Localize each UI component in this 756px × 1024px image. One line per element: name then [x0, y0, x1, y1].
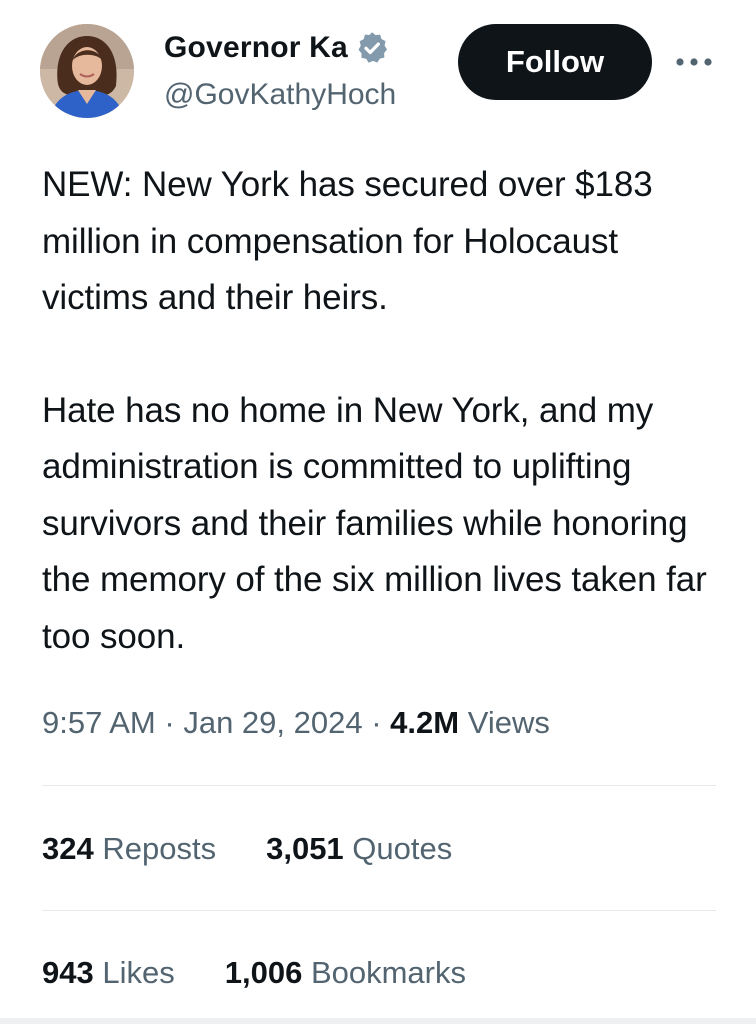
- divider: [42, 785, 716, 786]
- tweet-date[interactable]: Jan 29, 2024: [183, 705, 362, 740]
- likes-label: Likes: [102, 955, 175, 990]
- bookmarks-label: Bookmarks: [310, 955, 466, 990]
- follow-button[interactable]: Follow: [458, 24, 652, 100]
- tweet-text: NEW: New York has secured over $183 mill…: [42, 157, 732, 665]
- bookmarks-stat[interactable]: 1,006 Bookmarks: [225, 950, 466, 996]
- quotes-stat[interactable]: 3,051 Quotes: [266, 826, 452, 872]
- meta-separator: ·: [164, 705, 175, 740]
- views-count: 4.2M: [390, 705, 460, 740]
- quotes-count: 3,051: [266, 831, 344, 866]
- views-label: Views: [467, 705, 550, 740]
- meta-separator: ·: [371, 705, 382, 740]
- display-name-row: Governor Ka: [164, 26, 444, 70]
- bookmarks-count: 1,006: [224, 955, 303, 990]
- tweet-header: Governor Ka @GovKathyHoch Follow: [0, 0, 756, 140]
- stats-row-2: 943 Likes 1,006 Bookmarks: [42, 950, 516, 996]
- display-name[interactable]: Governor Ka: [164, 31, 348, 65]
- avatar-photo: [40, 24, 134, 118]
- bottom-divider: [0, 1018, 756, 1024]
- stats-row-1: 324 Reposts 3,051 Quotes: [42, 826, 502, 872]
- likes-count: 943: [42, 955, 94, 990]
- avatar[interactable]: [40, 24, 134, 118]
- more-options-button[interactable]: [672, 44, 716, 80]
- divider: [42, 910, 716, 911]
- more-dots-icon: [676, 58, 712, 66]
- tweet-paragraph-1: NEW: New York has secured over $183 mill…: [42, 165, 653, 317]
- reposts-count: 324: [42, 831, 94, 866]
- reposts-label: Reposts: [102, 831, 217, 866]
- quotes-label: Quotes: [352, 831, 453, 866]
- reposts-stat[interactable]: 324 Reposts: [42, 826, 216, 872]
- tweet: Governor Ka @GovKathyHoch Follow NEW: Ne…: [0, 0, 756, 1024]
- tweet-meta: 9:57 AM · Jan 29, 2024 · 4.2M Views: [42, 700, 550, 746]
- tweet-paragraph-2: Hate has no home in New York, and my adm…: [42, 390, 707, 656]
- author-handle[interactable]: @GovKathyHoch: [164, 78, 439, 112]
- likes-stat[interactable]: 943 Likes: [42, 950, 175, 996]
- tweet-time[interactable]: 9:57 AM: [42, 705, 156, 740]
- verified-badge-icon: [358, 32, 387, 63]
- author-names: Governor Ka @GovKathyHoch: [164, 26, 444, 112]
